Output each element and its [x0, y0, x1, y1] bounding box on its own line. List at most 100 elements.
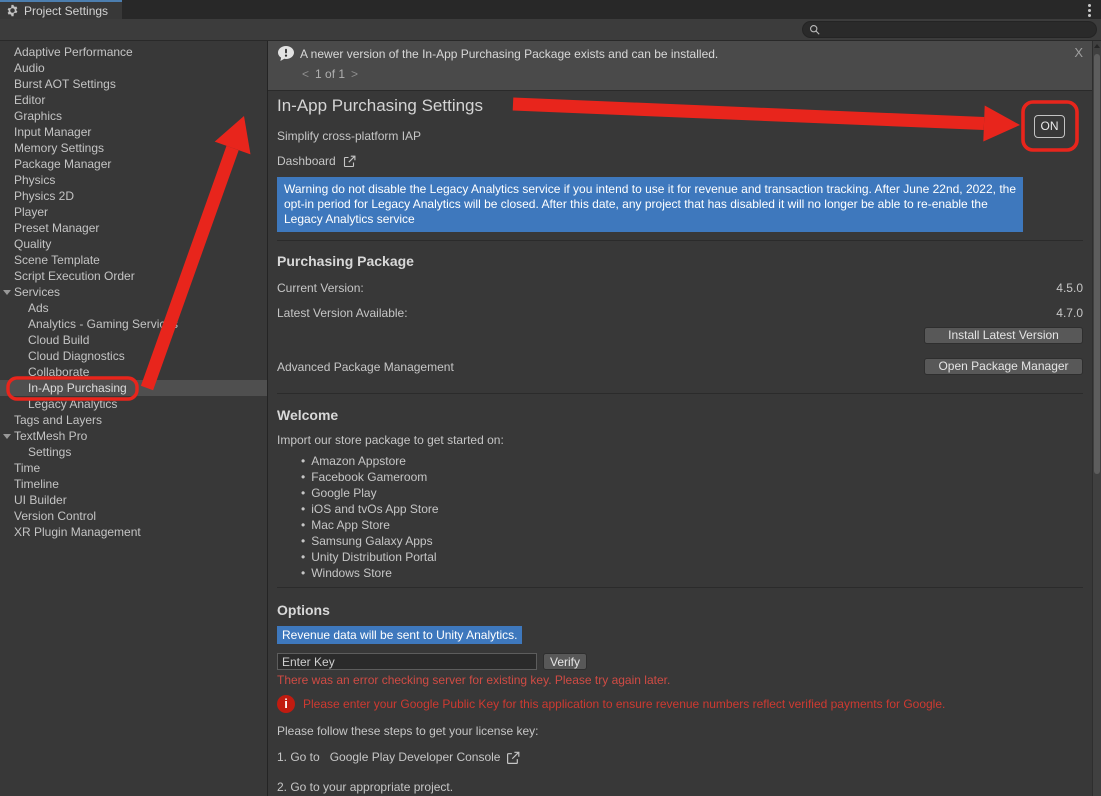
- sidebar-item[interactable]: Audio: [0, 60, 267, 76]
- sidebar-item-label: Audio: [14, 61, 45, 75]
- sidebar-item[interactable]: Scene Template: [0, 252, 267, 268]
- foldout-triangle-icon[interactable]: [3, 434, 11, 439]
- sidebar-item[interactable]: Input Manager: [0, 124, 267, 140]
- store-list-item: • Google Play: [301, 485, 1083, 501]
- options-section: Options Revenue data will be sent to Uni…: [277, 602, 1083, 794]
- sidebar-item-label: Memory Settings: [14, 141, 104, 155]
- sidebar-item[interactable]: Graphics: [0, 108, 267, 124]
- sidebar-item[interactable]: Settings: [0, 444, 267, 460]
- purchasing-package-heading: Purchasing Package: [277, 253, 1083, 270]
- pager-prev-icon[interactable]: <: [302, 67, 309, 81]
- sidebar-item[interactable]: Cloud Diagnostics: [0, 348, 267, 364]
- search-field[interactable]: [802, 21, 1097, 38]
- open-package-manager-button[interactable]: Open Package Manager: [924, 358, 1083, 375]
- store-name: Facebook Gameroom: [311, 469, 427, 485]
- sidebar-item[interactable]: In-App Purchasing: [0, 380, 267, 396]
- scroll-up-arrow-icon[interactable]: [1094, 44, 1100, 48]
- sidebar-item-label: Player: [14, 205, 48, 219]
- verify-button[interactable]: Verify: [543, 653, 587, 670]
- tab-title: Project Settings: [24, 4, 108, 18]
- store-name: Samsung Galaxy Apps: [311, 533, 432, 549]
- sidebar-item-label: Version Control: [14, 509, 96, 523]
- sidebar-item[interactable]: Memory Settings: [0, 140, 267, 156]
- store-list-item: • Windows Store: [301, 565, 1083, 581]
- external-link-icon[interactable]: [506, 751, 520, 765]
- foldout-triangle-icon[interactable]: [3, 290, 11, 295]
- page-title: In-App Purchasing Settings: [277, 96, 1083, 116]
- tab-project-settings[interactable]: Project Settings: [0, 0, 122, 19]
- sidebar-item[interactable]: Collaborate: [0, 364, 267, 380]
- sidebar-item-label: Adaptive Performance: [14, 45, 133, 59]
- toolbar: [0, 19, 1101, 41]
- license-key-input[interactable]: [277, 653, 537, 670]
- sidebar-item[interactable]: Editor: [0, 92, 267, 108]
- section-divider: [277, 240, 1083, 241]
- advanced-package-management-label: Advanced Package Management: [277, 360, 454, 374]
- sidebar-item[interactable]: Legacy Analytics: [0, 396, 267, 412]
- kebab-menu-icon[interactable]: [1086, 2, 1093, 19]
- current-version-label: Current Version:: [277, 281, 364, 295]
- search-icon: [809, 24, 820, 35]
- project-settings-window: Project Settings Adaptive Performance: [0, 0, 1101, 796]
- sidebar-item-label: Physics: [14, 173, 55, 187]
- gear-icon: [6, 4, 19, 17]
- sidebar-item-label: Package Manager: [14, 157, 111, 171]
- store-list-item: • Unity Distribution Portal: [301, 549, 1083, 565]
- banner-message: A newer version of the In-App Purchasing…: [300, 47, 718, 61]
- store-list-item: • Amazon Appstore: [301, 453, 1083, 469]
- sidebar-item[interactable]: Physics: [0, 172, 267, 188]
- sidebar-item[interactable]: Burst AOT Settings: [0, 76, 267, 92]
- bullet-icon: •: [301, 469, 305, 485]
- latest-version-value: 4.7.0: [1056, 306, 1083, 320]
- sidebar-item-label: TextMesh Pro: [14, 429, 87, 443]
- install-latest-version-button[interactable]: Install Latest Version: [924, 327, 1083, 344]
- google-key-warning-text: Please enter your Google Public Key for …: [303, 695, 945, 712]
- search-input[interactable]: [820, 24, 1090, 36]
- sidebar-item-label: Quality: [14, 237, 51, 251]
- sidebar-item[interactable]: Script Execution Order: [0, 268, 267, 284]
- current-version-value: 4.5.0: [1056, 281, 1083, 295]
- store-list-item: • Facebook Gameroom: [301, 469, 1083, 485]
- page-subtitle: Simplify cross-platform IAP: [277, 129, 1083, 143]
- sidebar-item[interactable]: Preset Manager: [0, 220, 267, 236]
- scrollbar-thumb[interactable]: [1094, 54, 1100, 474]
- sidebar-item[interactable]: Version Control: [0, 508, 267, 524]
- tab-bar: Project Settings: [0, 0, 1101, 19]
- sidebar-item[interactable]: TextMesh Pro: [0, 428, 267, 444]
- sidebar-item-label: UI Builder: [14, 493, 67, 507]
- sidebar-item[interactable]: Services: [0, 284, 267, 300]
- external-link-icon[interactable]: [343, 155, 356, 168]
- service-toggle-on-button[interactable]: ON: [1034, 115, 1065, 138]
- sidebar-item[interactable]: Adaptive Performance: [0, 44, 267, 60]
- banner-pager: < 1 of 1 >: [302, 67, 1091, 81]
- step2-text: 2. Go to your appropriate project.: [277, 780, 1083, 794]
- sidebar-item[interactable]: Physics 2D: [0, 188, 267, 204]
- sidebar-item-label: Burst AOT Settings: [14, 77, 116, 91]
- vertical-scrollbar[interactable]: [1092, 41, 1101, 796]
- sidebar-item[interactable]: Player: [0, 204, 267, 220]
- sidebar-item[interactable]: Analytics - Gaming Services: [0, 316, 267, 332]
- sidebar-item[interactable]: Time: [0, 460, 267, 476]
- sidebar-item[interactable]: UI Builder: [0, 492, 267, 508]
- purchasing-package-section: Purchasing Package Current Version: 4.5.…: [277, 253, 1083, 375]
- store-name: Google Play: [311, 485, 376, 501]
- sidebar-item[interactable]: Package Manager: [0, 156, 267, 172]
- sidebar-item[interactable]: Quality: [0, 236, 267, 252]
- sidebar-item[interactable]: Timeline: [0, 476, 267, 492]
- banner-close-icon[interactable]: X: [1074, 45, 1083, 60]
- sidebar-item-label: Time: [14, 461, 40, 475]
- sidebar-item[interactable]: Tags and Layers: [0, 412, 267, 428]
- dashboard-link[interactable]: Dashboard: [277, 153, 336, 169]
- warning-bubble-icon: [278, 46, 294, 61]
- section-divider: [277, 587, 1083, 588]
- sidebar-item[interactable]: Cloud Build: [0, 332, 267, 348]
- sidebar-item-label: Settings: [28, 445, 71, 459]
- pager-next-icon[interactable]: >: [351, 67, 358, 81]
- store-name: Mac App Store: [311, 517, 390, 533]
- sidebar-item-label: XR Plugin Management: [14, 525, 141, 539]
- sidebar-item[interactable]: XR Plugin Management: [0, 524, 267, 540]
- google-play-console-link[interactable]: Google Play Developer Console: [330, 749, 501, 766]
- main-panel: A newer version of the In-App Purchasing…: [268, 41, 1101, 796]
- sidebar-item-label: Analytics - Gaming Services: [28, 317, 178, 331]
- sidebar-item[interactable]: Ads: [0, 300, 267, 316]
